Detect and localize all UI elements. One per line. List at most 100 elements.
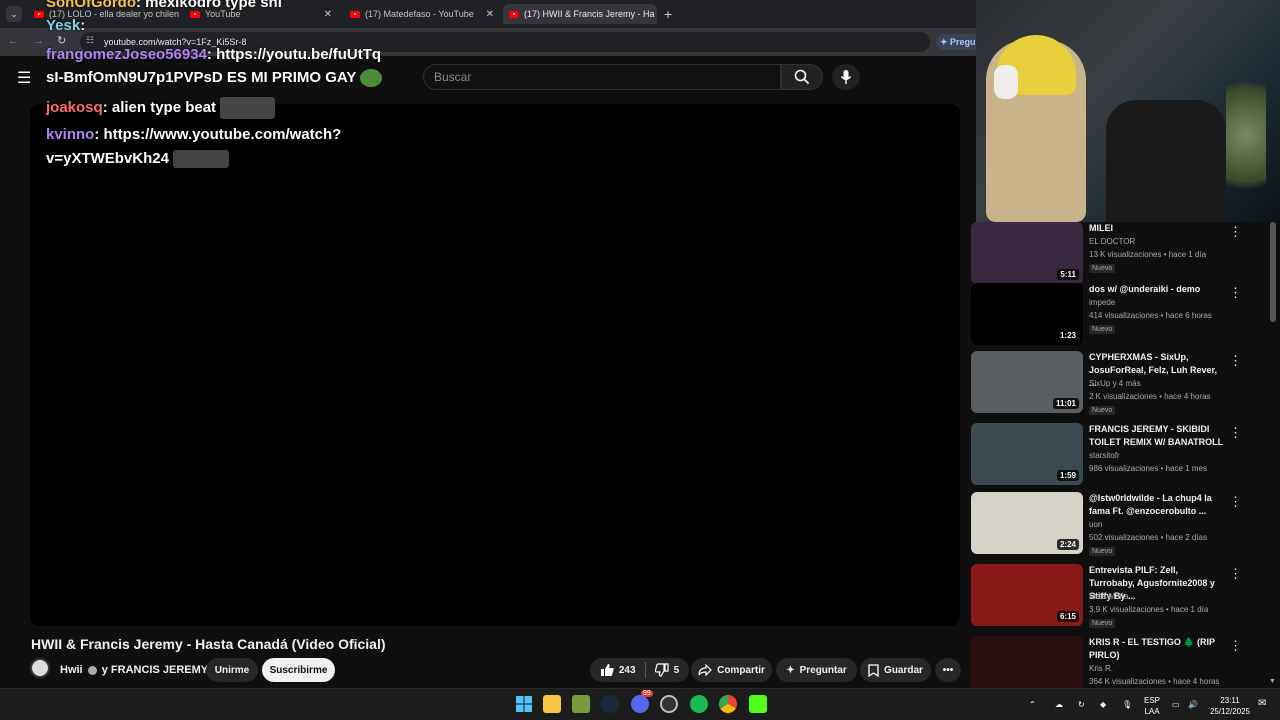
windows-start-icon[interactable]	[515, 695, 533, 713]
ask-gemini-button[interactable]: ✦ Pregu	[936, 34, 980, 50]
video-duration: 1:59	[1056, 470, 1079, 481]
recommended-video[interactable]: 11:01 CYPHERXMAS - SixUp, JosuForReal, Fe…	[971, 351, 1271, 415]
join-button[interactable]: Unirme	[206, 658, 258, 682]
share-button[interactable]: Compartir	[691, 658, 772, 682]
kick-icon[interactable]	[749, 695, 767, 713]
video-stats: 13 K visualizaciones • hace 1 día	[1089, 250, 1207, 259]
recommended-video[interactable]: 1:23 dos w/ @underaiki - demo impede 414 vi…	[971, 283, 1271, 347]
minecraft-icon[interactable]	[572, 695, 590, 713]
video-thumbnail[interactable]: 1:23	[971, 283, 1083, 345]
more-options-icon[interactable]: ⋮	[1229, 224, 1242, 240]
channel-name[interactable]: Kris R.	[1089, 664, 1113, 673]
sidebar-scrollbar[interactable]	[1270, 222, 1276, 322]
channel-name[interactable]: EL DOCTOR	[1089, 237, 1135, 246]
more-options-icon[interactable]: ⋮	[1229, 638, 1242, 654]
chat-message: Yesk:	[46, 17, 85, 35]
search-button[interactable]	[781, 64, 823, 90]
tab-list-button[interactable]: ⌄	[6, 6, 22, 22]
video-title[interactable]: KRIS R - EL TESTIGO 🌲 (RIP PIRLO)	[1089, 636, 1224, 662]
tray-chevron-icon[interactable]: ⌃	[1029, 699, 1036, 710]
dislike-button[interactable]: 5	[654, 663, 679, 677]
tray-shield-icon[interactable]: ◆	[1100, 699, 1106, 710]
video-title[interactable]: @lstw0rldwilde - La chup4 la fama Ft. @e…	[1089, 492, 1224, 518]
volume-icon[interactable]: 🔊	[1188, 699, 1198, 710]
subscribe-label: Suscribirme	[269, 664, 328, 676]
more-options-icon[interactable]: ⋮	[1229, 285, 1242, 301]
channel-name[interactable]: starsitofr	[1089, 451, 1120, 460]
channel-name[interactable]: impede	[1089, 298, 1115, 307]
spotify-icon[interactable]	[690, 695, 708, 713]
search-icon	[794, 69, 810, 85]
search-input[interactable]: Buscar	[423, 64, 781, 90]
video-player[interactable]	[30, 104, 960, 626]
tray-app-icon[interactable]: ☁	[1055, 699, 1063, 710]
channel-avatar[interactable]	[30, 658, 50, 678]
chrome-icon[interactable]	[719, 695, 737, 713]
save-button[interactable]: Guardar	[860, 658, 931, 682]
channel-name[interactable]: SixUp y 4 más	[1089, 379, 1141, 388]
video-stats: 2 K visualizaciones • hace 4 horas	[1089, 392, 1211, 401]
video-duration: 6:15	[1056, 611, 1079, 622]
video-duration: 2:24	[1056, 539, 1079, 550]
verified-icon	[87, 665, 97, 675]
channel-name[interactable]: Hwii y FRANCIS JEREMY	[60, 664, 208, 676]
chat-text: sI-BmfOmN9U7p1PVPsD ES MI PRIMO GAY	[46, 69, 357, 86]
file-explorer-icon[interactable]	[543, 695, 561, 713]
chat-text: : mexikodro type shi	[136, 0, 282, 11]
obs-icon[interactable]	[660, 695, 678, 713]
bookmark-icon	[868, 663, 879, 677]
video-title[interactable]: MILEI	[1089, 222, 1224, 235]
more-options-icon[interactable]: ⋮	[1229, 353, 1242, 369]
notifications-icon[interactable]: ✉	[1258, 698, 1266, 709]
more-actions-button[interactable]: •••	[935, 658, 961, 682]
voice-search-button[interactable]	[832, 64, 860, 90]
site-info-icon[interactable]: ☷	[86, 35, 94, 46]
video-thumbnail[interactable]: 2:24	[971, 492, 1083, 554]
tray-mic-icon[interactable]: 🎙	[1122, 699, 1132, 710]
new-tab-icon[interactable]: +	[664, 6, 672, 22]
like-dislike-group: 243 5	[590, 658, 689, 682]
input-language[interactable]: ESP LAA	[1144, 695, 1160, 717]
video-title[interactable]: FRANCIS JEREMY - SKIBIDI TOILET REMIX W/…	[1089, 423, 1224, 449]
subscribe-button[interactable]: Suscribirme	[262, 658, 335, 682]
sparkle-icon: ✦	[786, 664, 795, 676]
close-tab-icon[interactable]: ✕	[486, 9, 494, 20]
more-options-icon[interactable]: ⋮	[1229, 425, 1242, 441]
menu-icon[interactable]: ☰	[17, 68, 31, 88]
recommended-video[interactable]: 2:24 @lstw0rldwilde - La chup4 la fama Ft…	[971, 492, 1271, 556]
forward-icon[interactable]: →	[33, 35, 44, 47]
chat-message: frangomezJoseo56934: https://youtu.be/fu…	[46, 46, 381, 64]
chat-message: joakosq: alien type beat	[46, 97, 276, 119]
video-thumbnail[interactable]: 1:59	[971, 423, 1083, 485]
like-button[interactable]: 243	[600, 663, 636, 677]
ask-button[interactable]: ✦ Preguntar	[776, 658, 857, 682]
chat-user: frangomezJoseo56934	[46, 46, 207, 63]
lang-code: ESP	[1144, 696, 1161, 705]
tray-sync-icon[interactable]: ↻	[1078, 699, 1085, 710]
tab-hwii-active[interactable]: (17) HWII & Francis Jeremy - Ha ✕	[503, 4, 657, 24]
more-options-icon[interactable]: ⋮	[1229, 494, 1242, 510]
channel-name[interactable]: uon	[1089, 520, 1102, 529]
discord-icon[interactable]: 99	[631, 690, 653, 713]
video-stats: 364 K visualizaciones • hace 4 horas	[1089, 677, 1220, 686]
share-icon	[698, 664, 712, 676]
scroll-down-icon[interactable]: ▼	[1269, 678, 1276, 685]
recommended-video[interactable]: 6:15 Entrevista PILF: Zell, Turrobaby, Ag…	[971, 564, 1271, 628]
tab-matedefaso[interactable]: (17) Matedefaso - YouTube ✕	[344, 4, 500, 24]
clock[interactable]: 23:11 25/12/2025	[1206, 695, 1254, 717]
video-thumbnail[interactable]: 6:15	[971, 564, 1083, 626]
steam-icon[interactable]	[601, 695, 619, 713]
more-options-icon[interactable]: ⋮	[1229, 566, 1242, 582]
back-icon[interactable]: ←	[8, 35, 19, 47]
pepe-emote-icon	[360, 69, 383, 88]
channel-name[interactable]: Mala Maña	[1089, 592, 1129, 601]
discord-badge: 99	[641, 690, 653, 697]
video-thumbnail[interactable]: 11:01	[971, 351, 1083, 413]
close-tab-icon[interactable]: ✕	[324, 9, 332, 20]
network-icon[interactable]: ▭	[1172, 699, 1180, 710]
video-title[interactable]: dos w/ @underaiki - demo	[1089, 283, 1224, 296]
chat-user: SonOfGordo	[46, 0, 136, 11]
video-thumbnail[interactable]: 5:11	[971, 222, 1083, 284]
recommended-video[interactable]: 1:59 FRANCIS JEREMY - SKIBIDI TOILET REMI…	[971, 423, 1271, 487]
recommended-video[interactable]: 5:11 MILEI EL DOCTOR 13 K visualizaciones •…	[971, 222, 1271, 286]
